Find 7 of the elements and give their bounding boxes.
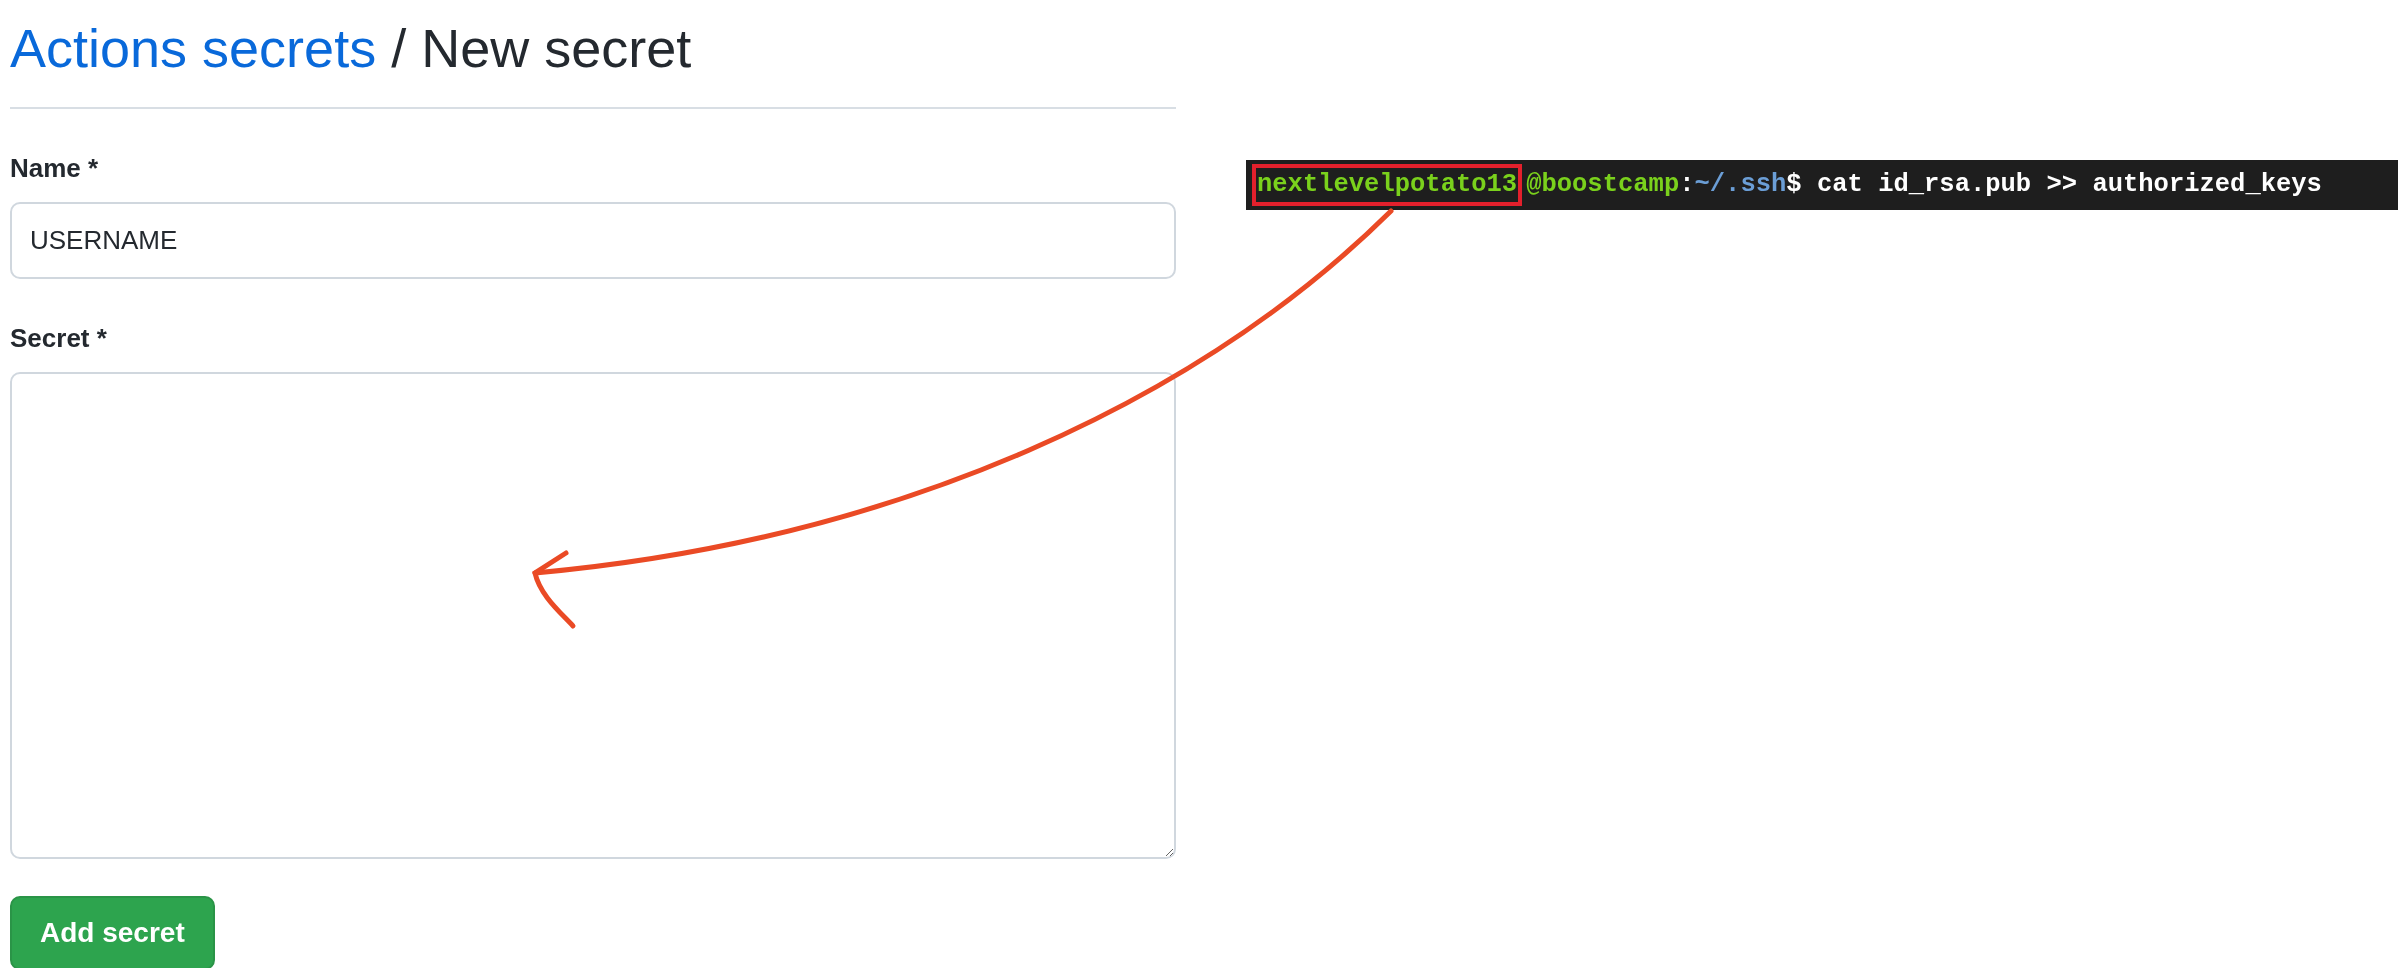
name-input[interactable]: USERNAME (10, 201, 1176, 279)
page-heading: Actions secrets / New secret (10, 10, 1176, 109)
field-label: Name * (10, 151, 100, 185)
add-secret-button[interactable]: Add secret (10, 895, 215, 968)
field-label: Secret * (10, 321, 108, 355)
breadcrumb-link[interactable]: Actions secrets (10, 18, 377, 78)
secret-textarea[interactable] (10, 371, 1176, 859)
